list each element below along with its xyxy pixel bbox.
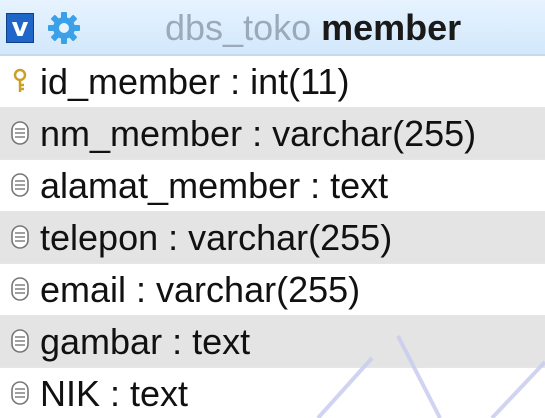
column-icon	[11, 381, 29, 405]
column-label: email : varchar(255)	[40, 269, 361, 310]
column-row-alamat-member[interactable]: alamat_member : text	[0, 160, 545, 212]
table-header[interactable]: v dbs_toko member	[0, 0, 545, 56]
collapse-icon[interactable]: v	[6, 13, 34, 43]
column-icon	[11, 121, 29, 145]
primary-key-icon	[13, 68, 27, 92]
table-name: member	[321, 7, 462, 48]
column-row-email[interactable]: email : varchar(255)	[0, 264, 545, 316]
column-label: gambar : text	[40, 321, 251, 362]
column-label: nm_member : varchar(255)	[40, 113, 477, 154]
column-label: id_member : int(11)	[40, 61, 350, 102]
column-icon	[11, 277, 29, 301]
column-row-telepon[interactable]: telepon : varchar(255)	[0, 212, 545, 264]
column-list: id_member : int(11) nm_member : varchar(…	[0, 56, 545, 418]
column-label: alamat_member : text	[40, 165, 389, 206]
table-title: dbs_toko member	[165, 6, 461, 50]
column-icon	[11, 329, 29, 353]
column-row-id-member[interactable]: id_member : int(11)	[0, 56, 545, 108]
column-icon	[11, 225, 29, 249]
column-row-gambar[interactable]: gambar : text	[0, 316, 545, 368]
column-label: telepon : varchar(255)	[40, 217, 393, 258]
column-row-nm-member[interactable]: nm_member : varchar(255)	[0, 108, 545, 160]
column-row-nik[interactable]: NIK : text	[0, 368, 545, 418]
column-label: NIK : text	[40, 373, 189, 414]
database-name: dbs_toko	[165, 7, 312, 48]
table-card: v dbs_toko member id_member: int(11) nm…	[0, 0, 545, 418]
column-icon	[11, 173, 29, 197]
gear-icon[interactable]	[47, 11, 81, 45]
